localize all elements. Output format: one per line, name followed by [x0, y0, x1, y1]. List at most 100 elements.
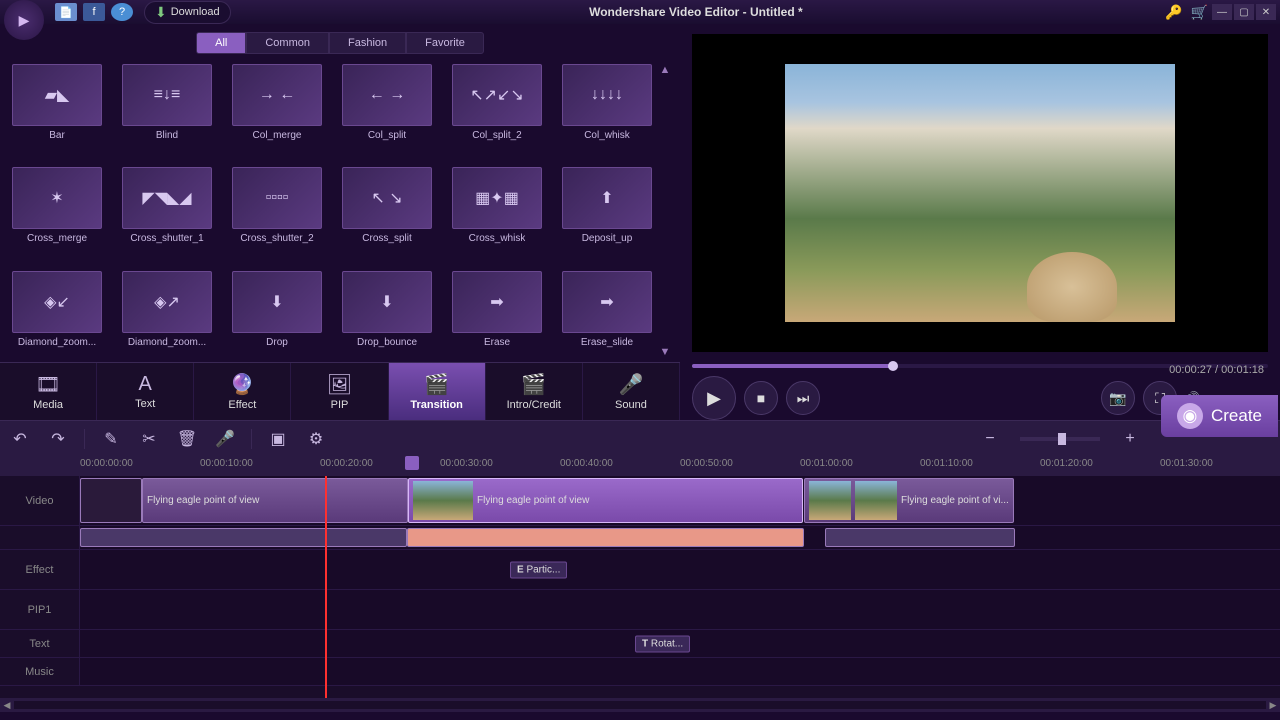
app-logo: [4, 0, 44, 40]
snapshot-button[interactable]: 📷: [1101, 381, 1135, 415]
transition-item[interactable]: ↖↗↙↘Col_split_2: [452, 64, 542, 151]
transition-item[interactable]: ≡↓≡Blind: [122, 64, 212, 151]
category-tab-media[interactable]: 🎞Media: [0, 363, 97, 420]
transition-item[interactable]: ▫▫▫▫Cross_shutter_2: [232, 167, 322, 254]
transition-label: Erase: [484, 337, 510, 348]
transition-label: Col_split: [368, 130, 406, 141]
audio-clip[interactable]: [407, 528, 804, 547]
audio-clip[interactable]: [80, 528, 407, 547]
filter-tab-common[interactable]: Common: [246, 32, 329, 54]
transition-item[interactable]: ◈↙Diamond_zoom...: [12, 271, 102, 358]
crop-button[interactable]: ▣: [266, 427, 290, 451]
preview-area: [692, 34, 1268, 352]
transition-item[interactable]: ◤◥◣◢ Cross_shutter_1: [122, 167, 212, 254]
transition-item[interactable]: ➡ Erase: [452, 271, 542, 358]
scroll-up-icon[interactable]: ▲: [660, 64, 671, 76]
transition-label: Cross_shutter_1: [130, 233, 203, 244]
window-title: Wondershare Video Editor - Untitled *: [231, 5, 1161, 19]
filter-tab-fashion[interactable]: Fashion: [329, 32, 406, 54]
file-icon[interactable]: 📄: [55, 3, 77, 21]
settings-button[interactable]: ⚙: [304, 427, 328, 451]
transition-item[interactable]: ↖ ↘Cross_split: [342, 167, 432, 254]
text-clip[interactable]: T Rotat...: [635, 635, 690, 652]
progress-knob[interactable]: [888, 361, 898, 371]
cut-button[interactable]: ✂: [137, 427, 161, 451]
delete-button[interactable]: 🗑: [175, 427, 199, 451]
transition-thumbnail: ➡: [562, 271, 652, 333]
close-button[interactable]: ✕: [1256, 4, 1276, 20]
undo-button[interactable]: ↶: [8, 427, 32, 451]
transition-item[interactable]: ← → Col_split: [342, 64, 432, 151]
transition-label: Col_whisk: [584, 130, 630, 141]
time-ruler[interactable]: 00:00:00:0000:00:10:0000:00:20:0000:00:3…: [0, 456, 1280, 476]
clip-thumbnail: [413, 481, 473, 520]
category-tab-introcredit[interactable]: 🎬Intro/Credit: [486, 363, 583, 420]
category-icon: A: [139, 373, 152, 396]
transition-item[interactable]: ▰◣Bar: [12, 64, 102, 151]
transition-label: Drop_bounce: [357, 337, 417, 348]
edit-button[interactable]: ✎: [99, 427, 123, 451]
next-button[interactable]: ⏭: [786, 381, 820, 415]
video-clip[interactable]: Flying eagle point of view: [408, 478, 803, 523]
transition-label: Cross_split: [362, 233, 411, 244]
transition-item[interactable]: ✶Cross_merge: [12, 167, 102, 254]
category-tab-sound[interactable]: 🎤Sound: [583, 363, 680, 420]
timeline: 00:00:00:0000:00:10:0000:00:20:0000:00:3…: [0, 456, 1280, 712]
audio-clip[interactable]: [825, 528, 1015, 547]
horizontal-scrollbar[interactable]: ◀ ▶: [0, 698, 1280, 712]
zoom-in-button[interactable]: +: [1118, 427, 1142, 451]
download-icon: ⬇: [155, 4, 167, 21]
track-label-effect: Effect: [0, 550, 80, 589]
filter-tab-favorite[interactable]: Favorite: [406, 32, 484, 54]
play-button[interactable]: ▶: [692, 376, 736, 420]
time-mark: 00:00:00:00: [80, 458, 133, 469]
redo-button[interactable]: ↷: [46, 427, 70, 451]
playhead[interactable]: [325, 476, 327, 698]
create-button[interactable]: ◉ Create: [1161, 395, 1278, 437]
category-tab-effect[interactable]: 🔮Effect: [194, 363, 291, 420]
transition-thumbnail: ⬆: [562, 167, 652, 229]
video-clip[interactable]: Flying eagle point of view: [142, 478, 408, 523]
transition-thumbnail: ↖↗↙↘: [452, 64, 542, 126]
transition-thumbnail: ➡: [452, 271, 542, 333]
transition-thumbnail: ◤◥◣◢: [122, 167, 212, 229]
transition-thumbnail: ← →: [342, 64, 432, 126]
scroll-left-icon[interactable]: ◀: [0, 700, 14, 711]
filter-tab-all[interactable]: All: [196, 32, 246, 54]
transition-item[interactable]: ⬇Drop: [232, 271, 322, 358]
transition-label: Diamond_zoom...: [128, 337, 206, 348]
transition-thumbnail: ≡↓≡: [122, 64, 212, 126]
transition-label: Erase_slide: [581, 337, 633, 348]
minimize-button[interactable]: —: [1212, 4, 1232, 20]
playhead-marker[interactable]: [405, 456, 419, 470]
transition-item[interactable]: ⬆Deposit_up: [562, 167, 652, 254]
transition-item[interactable]: ➡ Erase_slide: [562, 271, 652, 358]
transition-item[interactable]: → ←Col_merge: [232, 64, 322, 151]
transition-item[interactable]: ▦✦▦Cross_whisk: [452, 167, 542, 254]
category-tab-pip[interactable]: 🖼PIP: [291, 363, 388, 420]
voiceover-button[interactable]: 🎤: [213, 427, 237, 451]
transition-item[interactable]: ↓↓↓↓Col_whisk: [562, 64, 652, 151]
zoom-out-button[interactable]: −: [978, 427, 1002, 451]
category-tab-transition[interactable]: 🎬Transition: [389, 363, 486, 420]
category-tab-text[interactable]: AText: [97, 363, 194, 420]
video-clip[interactable]: [80, 478, 142, 523]
stop-button[interactable]: ■: [744, 381, 778, 415]
effect-clip[interactable]: E Partic...: [510, 561, 567, 578]
facebook-icon[interactable]: f: [83, 3, 105, 21]
transition-item[interactable]: ⬇Drop_bounce: [342, 271, 432, 358]
track-label-pip: PIP1: [0, 590, 80, 629]
help-icon[interactable]: ?: [111, 3, 133, 21]
video-clip[interactable]: Flying eagle point of vi...: [804, 478, 1014, 523]
time-mark: 00:01:30:00: [1160, 458, 1213, 469]
scroll-down-icon[interactable]: ▼: [660, 346, 671, 358]
key-icon[interactable]: 🔑: [1165, 4, 1182, 21]
scroll-right-icon[interactable]: ▶: [1266, 700, 1280, 711]
transition-label: Col_merge: [253, 130, 302, 141]
download-button[interactable]: ⬇ Download: [144, 1, 231, 24]
transition-item[interactable]: ◈↗Diamond_zoom...: [122, 271, 212, 358]
category-icon: 🎬: [424, 372, 449, 397]
cart-icon[interactable]: 🛒: [1191, 4, 1208, 21]
zoom-slider[interactable]: [1020, 437, 1100, 441]
maximize-button[interactable]: ▢: [1234, 4, 1254, 20]
